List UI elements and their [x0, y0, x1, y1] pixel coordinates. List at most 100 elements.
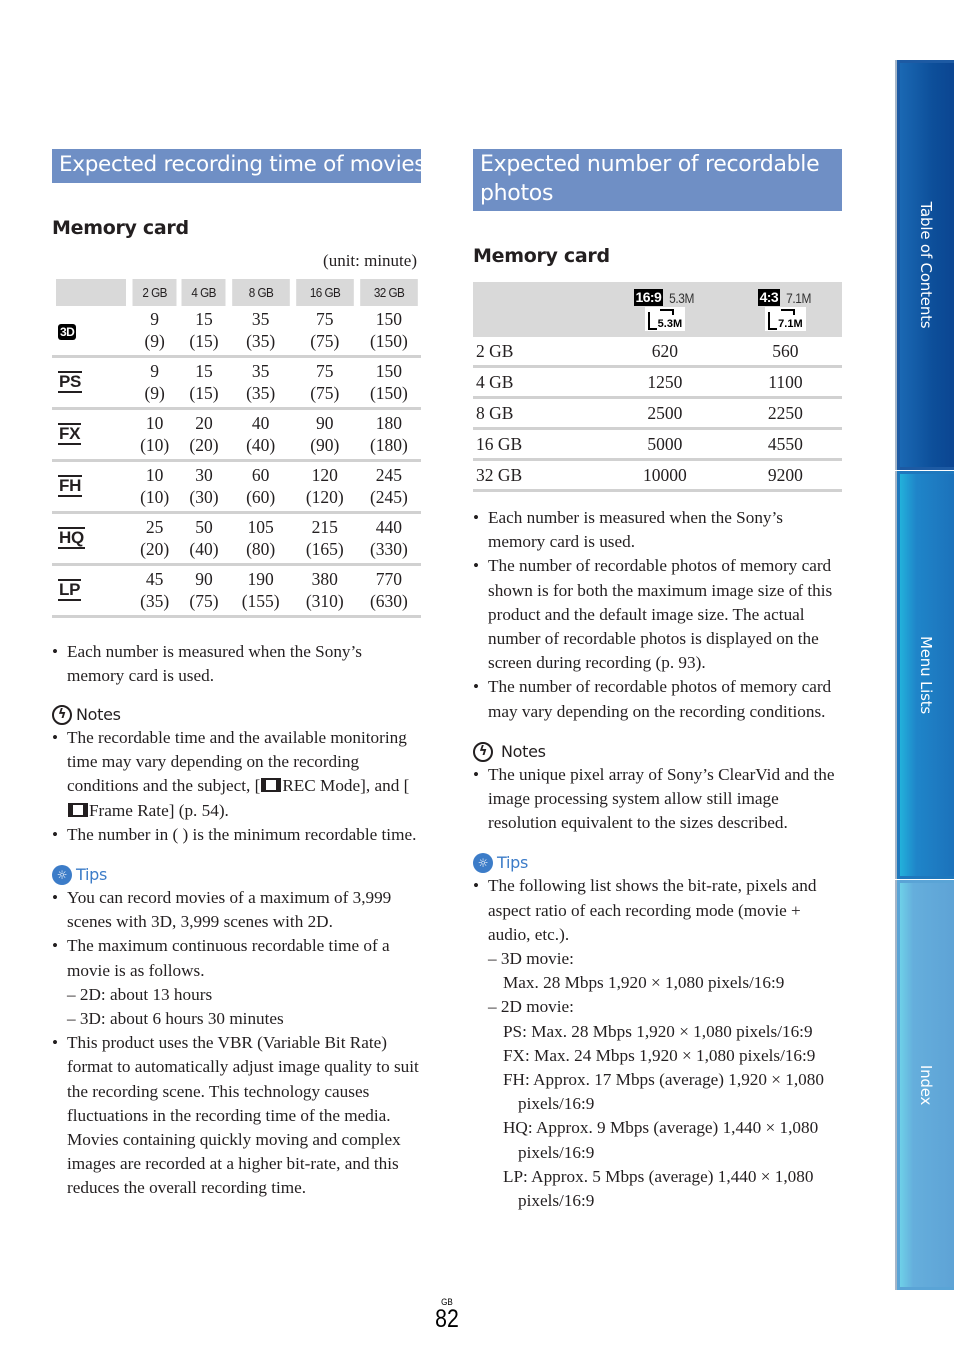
- photo-count-cell: 5000: [647, 434, 683, 454]
- notes-list: The unique pixel array of Sony’s ClearVi…: [473, 763, 842, 836]
- max-time: 35: [251, 360, 270, 381]
- tab-table-of-contents[interactable]: Table of Contents: [895, 60, 954, 470]
- table-cell: 40 (40): [229, 408, 293, 460]
- min-time: (20): [140, 538, 170, 559]
- max-time: 30: [195, 464, 213, 485]
- page-number: GB 82: [420, 1297, 474, 1332]
- max-time: 105: [247, 516, 274, 537]
- table-cell: 30 (30): [179, 460, 228, 512]
- table-cell: 9 (9): [130, 356, 179, 408]
- table-row: 2 GB 620 560: [473, 337, 842, 367]
- tips-list: The following list shows the bit-rate, p…: [473, 874, 842, 1213]
- min-time: (75): [189, 590, 219, 611]
- table-cell: 60 (60): [229, 460, 293, 512]
- memory-card-subhead: Memory card: [52, 216, 189, 239]
- table-header-row: 16:9 5.3M 5.3M 4:3 7.1M 7.1M: [473, 282, 842, 337]
- max-time: 90: [195, 568, 213, 589]
- table-cell: 75 (75): [293, 306, 357, 357]
- max-time: 380: [311, 568, 338, 589]
- column-header: 16 GB: [295, 278, 354, 306]
- max-time: 150: [375, 308, 403, 329]
- table-cell: 180 (180): [357, 408, 421, 460]
- tab-menu-lists[interactable]: Menu Lists: [895, 471, 954, 879]
- hq-mode-icon: HQ: [58, 527, 85, 549]
- min-time: (10): [140, 486, 170, 507]
- tab-label: Menu Lists: [916, 636, 935, 714]
- table-row: FX 10 (10) 20 (20) 40 (40) 90 (90) 180 (180): [52, 408, 421, 460]
- table-row: 8 GB 2500 2250: [473, 398, 842, 429]
- min-time: (245): [369, 486, 408, 507]
- mode-cell: 3D: [52, 306, 130, 357]
- column-header: [55, 278, 127, 306]
- min-time: (30): [189, 486, 219, 507]
- tips-heading: ☼ Tips: [52, 864, 421, 886]
- table-cell: 105 (80): [229, 512, 293, 564]
- tab-index[interactable]: Index: [895, 880, 954, 1290]
- min-time: (90): [310, 434, 340, 455]
- ps-mode-icon: PS: [58, 371, 83, 393]
- fh-mode-icon: FH: [58, 475, 83, 497]
- min-time: (10): [140, 434, 170, 455]
- max-time: 15: [195, 360, 213, 381]
- mode-cell: LP: [52, 564, 130, 616]
- column-header-4-3: 4:3 7.1M 7.1M: [728, 282, 842, 337]
- lp-mode-icon: LP: [58, 579, 82, 601]
- max-time: 35: [251, 308, 270, 329]
- max-time: 215: [311, 516, 338, 537]
- min-time: (75): [310, 330, 340, 351]
- column-header: 8 GB: [231, 278, 290, 306]
- notes-section: ϟ Notes The recordable time and the avai…: [52, 704, 421, 847]
- max-time: 20: [195, 412, 213, 433]
- mode-cell: FX: [52, 408, 130, 460]
- photo-count-cell: 4550: [767, 434, 803, 454]
- list-item: The unique pixel array of Sony’s ClearVi…: [473, 763, 842, 836]
- tip-spec-line: LP: Approx. 5 Mbps (average) 1,440 × 1,0…: [503, 1166, 814, 1211]
- max-time: 10: [145, 412, 164, 433]
- table-cell: 90 (90): [293, 408, 357, 460]
- list-item: The number in ( ) is the minimum recorda…: [52, 823, 421, 847]
- min-time: (75): [310, 382, 340, 403]
- list-item: The following list shows the bit-rate, p…: [473, 874, 842, 1213]
- min-time: (9): [144, 330, 165, 351]
- table-cell: 45 (35): [130, 564, 179, 616]
- max-time: 15: [195, 308, 213, 329]
- note-text: REC Mode], and [: [282, 776, 410, 796]
- tip-sub-item: – 2D: about 13 hours: [67, 984, 213, 1004]
- aspect-4-3-icon: 4:3: [757, 289, 781, 306]
- list-item: The recordable time and the available mo…: [52, 726, 421, 823]
- photo-count-cell: 1100: [768, 372, 803, 392]
- max-time: 150: [375, 360, 403, 381]
- capacity-cell: 8 GB: [476, 403, 514, 423]
- left-column: Expected recording time of movies Memory…: [52, 149, 426, 1201]
- table-row: HQ 25 (20) 50 (40) 105 (80) 215 (165) 440 (330): [52, 512, 421, 564]
- max-time: 10: [145, 464, 164, 485]
- notes-list: The recordable time and the available mo…: [52, 726, 421, 847]
- max-time: 245: [375, 464, 403, 485]
- photo-count-cell: 2250: [767, 403, 803, 423]
- min-time: (35): [246, 330, 276, 351]
- notes-section: ϟ Notes The unique pixel array of Sony’s…: [473, 741, 842, 836]
- list-item: The number of recordable photos of memor…: [473, 675, 842, 723]
- min-time: (150): [369, 382, 408, 403]
- capacity-cell: 16 GB: [476, 434, 523, 454]
- capacity-cell: 4 GB: [476, 372, 514, 392]
- list-item: Each number is measured when the Sony’s …: [473, 506, 842, 554]
- list-item: Each number is measured when the Sony’s …: [52, 640, 421, 688]
- table-cell: 150 (150): [357, 356, 421, 408]
- film-movie-icon: [261, 778, 282, 793]
- lightbulb-icon: ☼: [473, 853, 493, 874]
- min-time: (155): [241, 590, 280, 611]
- tip-group-heading: – 3D movie:: [488, 949, 574, 969]
- tip-spec-line: Max. 28 Mbps 1,920 × 1,080 pixels/16:9: [503, 973, 785, 993]
- table-cell: 15 (15): [179, 306, 228, 357]
- aspect-16-9-icon: 16:9: [633, 289, 664, 306]
- photo-count-cell: 620: [651, 341, 679, 361]
- table-cell: 9 (9): [130, 306, 179, 357]
- memory-card-subhead: Memory card: [473, 245, 610, 267]
- recordable-photos-bullets: Each number is measured when the Sony’s …: [473, 506, 842, 724]
- fx-mode-icon: FX: [58, 423, 82, 445]
- min-time: (80): [246, 538, 276, 559]
- notes-heading: ϟ Notes: [52, 704, 421, 726]
- max-time: 60: [251, 464, 270, 485]
- tip-spec-line: FX: Max. 24 Mbps 1,920 × 1,080 pixels/16…: [503, 1045, 816, 1065]
